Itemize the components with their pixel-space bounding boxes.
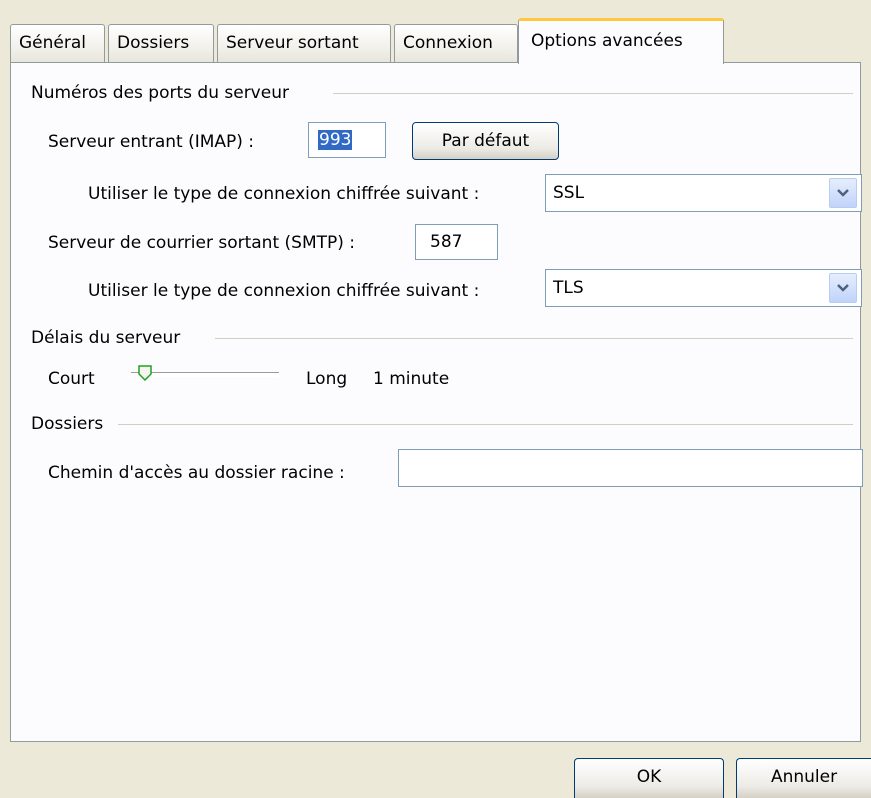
tab-dossiers[interactable]: Dossiers [108, 24, 214, 62]
group-divider [118, 424, 853, 425]
group-divider [333, 93, 853, 94]
imap-encryption-label: Utiliser le type de connexion chiffrée s… [88, 184, 480, 204]
tab-label: Serveur sortant [226, 33, 359, 53]
smtp-encryption-value: TLS [553, 278, 584, 298]
timeout-long-label: Long [306, 369, 348, 389]
chevron-down-icon[interactable] [829, 273, 857, 303]
slider-thumb[interactable] [138, 365, 152, 382]
tab-label: Dossiers [117, 33, 190, 53]
timeout-value: 1 minute [373, 369, 450, 389]
root-folder-input[interactable] [398, 449, 863, 487]
default-ports-button[interactable]: Par défaut [412, 122, 559, 160]
tab-general[interactable]: Général [10, 24, 105, 62]
tab-strip: Général Dossiers Serveur sortant Connexi… [10, 18, 861, 64]
ok-button[interactable]: OK [574, 758, 724, 798]
imap-encryption-value: SSL [553, 183, 585, 203]
smtp-port-label: Serveur de courrier sortant (SMTP) : [48, 233, 356, 253]
tab-panel-options-avancees: Numéros des ports du serveur Serveur ent… [10, 62, 863, 742]
group-divider [215, 338, 853, 339]
imap-port-label: Serveur entrant (IMAP) : [48, 132, 255, 152]
imap-encryption-select[interactable]: SSL [545, 174, 862, 212]
tab-options-avancees[interactable]: Options avancées [518, 18, 724, 64]
timeout-slider[interactable] [131, 365, 279, 385]
tab-connexion[interactable]: Connexion [394, 24, 518, 62]
smtp-encryption-label: Utiliser le type de connexion chiffrée s… [88, 281, 480, 301]
slider-track [131, 372, 279, 377]
imap-port-input[interactable]: 993 [308, 122, 386, 158]
group-title-timeouts: Délais du serveur [31, 328, 181, 348]
cancel-button[interactable]: Annuler [736, 758, 871, 798]
tab-serveur-sortant[interactable]: Serveur sortant [217, 24, 391, 62]
tab-label: Options avancées [531, 31, 683, 51]
group-title-folders: Dossiers [31, 414, 104, 434]
smtp-port-input[interactable]: 587 [415, 224, 498, 260]
chevron-down-icon[interactable] [829, 178, 857, 208]
smtp-encryption-select[interactable]: TLS [545, 269, 862, 307]
tab-label: Connexion [403, 33, 493, 53]
group-title-ports: Numéros des ports du serveur [31, 83, 289, 103]
tab-label: Général [19, 33, 86, 53]
timeout-short-label: Court [48, 369, 95, 389]
imap-port-value: 993 [318, 130, 353, 150]
root-folder-label: Chemin d'accès au dossier racine : [48, 463, 345, 483]
